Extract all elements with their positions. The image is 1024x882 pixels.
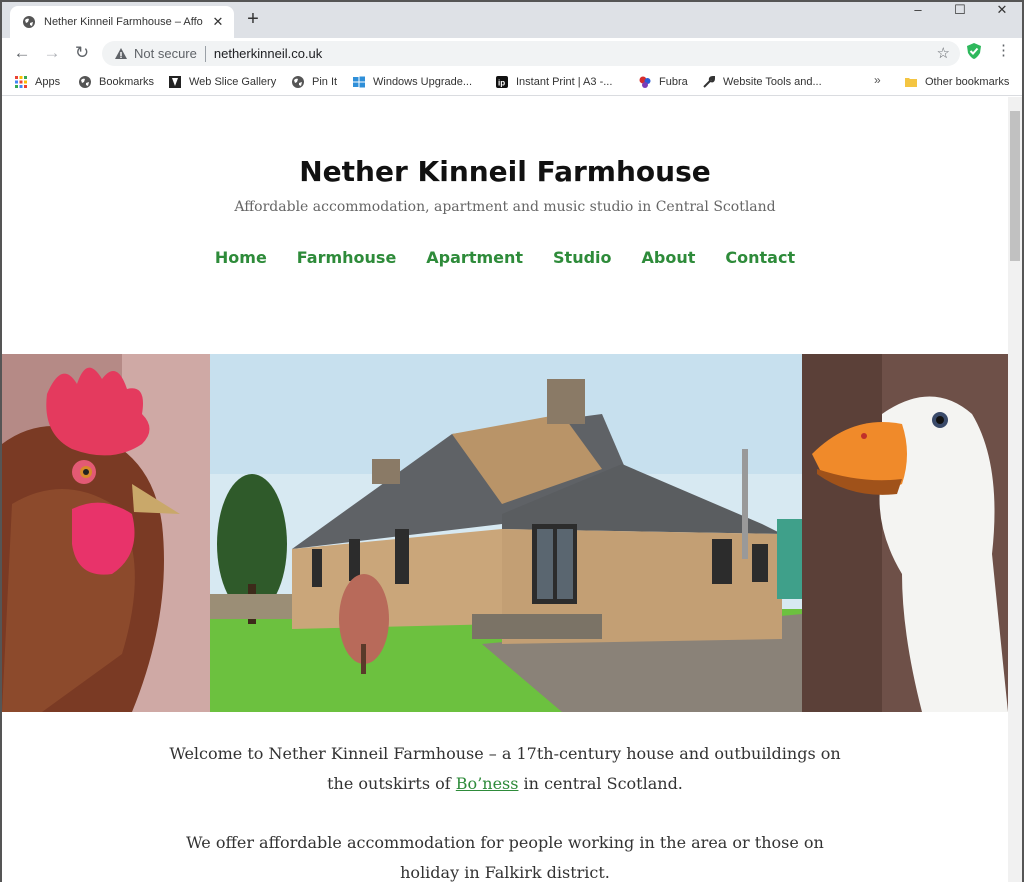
scrollbar-thumb[interactable] (1010, 111, 1020, 261)
vertical-scrollbar[interactable] (1008, 97, 1022, 882)
intro-line: We offer affordable accommodation for pe… (186, 833, 824, 852)
main-nav: Home Farmhouse Apartment Studio About Co… (2, 248, 1008, 267)
intro-text: the outskirts of (327, 774, 456, 793)
folder-icon (905, 78, 917, 87)
windows-logo-icon (353, 76, 365, 88)
bookmark-star-icon[interactable]: ☆ (937, 44, 950, 62)
intro-line: the outskirts of Bo’ness in central Scot… (2, 769, 1008, 799)
bookmark-label: Bookmarks (99, 76, 155, 88)
fubra-logo-icon (639, 76, 651, 88)
page-viewport: Nether Kinneil Farmhouse Affordable acco… (2, 97, 1022, 882)
nav-home[interactable]: Home (215, 248, 267, 267)
ip-logo-icon: ip (496, 76, 508, 88)
bookmark-label: Website Tools and... (723, 76, 822, 88)
bookmark-fubra[interactable]: Fubra (638, 73, 688, 91)
wrench-icon (703, 75, 716, 88)
web-slice-icon (169, 76, 181, 88)
apps-grid-icon (15, 76, 27, 88)
tab-strip: Nether Kinneil Farmhouse – Affo ✕ + – ☐ … (2, 2, 1022, 38)
hero-banner (2, 354, 1008, 712)
svg-text:ip: ip (498, 79, 505, 88)
menu-kebab-icon[interactable]: ⋮ (996, 42, 1011, 60)
back-arrow-icon[interactable]: ← (10, 41, 34, 65)
bookmark-label: Fubra (659, 76, 688, 88)
site-tagline: Affordable accommodation, apartment and … (234, 199, 776, 215)
forward-arrow-icon[interactable]: → (40, 41, 64, 65)
globe-icon (23, 16, 35, 28)
bookmark-instant-print[interactable]: ip Instant Print | A3 -... (495, 73, 612, 91)
boness-link[interactable]: Bo’ness (456, 774, 519, 793)
address-bar[interactable]: Not secure netherkinneil.co.uk ☆ (102, 41, 960, 66)
omnibox-divider (204, 45, 206, 62)
reload-icon[interactable]: ↻ (70, 41, 94, 65)
bookmark-label: Instant Print | A3 -... (516, 76, 613, 88)
bookmark-label: Pin It (312, 76, 338, 88)
intro-paragraph-1: Welcome to Nether Kinneil Farmhouse – a … (2, 739, 1008, 799)
globe-icon (292, 76, 304, 88)
goose-photo (802, 354, 1008, 712)
intro-paragraph-2: We offer affordable accommodation for pe… (2, 828, 1008, 882)
nav-farmhouse[interactable]: Farmhouse (297, 248, 397, 267)
browser-toolbar: ← → ↻ Not secure netherkinneil.co.uk ☆ ⋮ (2, 38, 1022, 68)
security-label: Not secure (134, 46, 197, 61)
shield-check-icon[interactable] (965, 42, 983, 60)
bookmarks-bar: Apps Bookmarks Web Slice Gallery Pin It … (2, 68, 1022, 96)
browser-tab[interactable]: Nether Kinneil Farmhouse – Affo ✕ (10, 6, 234, 38)
minimize-button[interactable]: – (900, 2, 936, 20)
bookmark-apps[interactable]: Apps (14, 73, 60, 91)
bookmark-label: Web Slice Gallery (189, 76, 277, 88)
url-text[interactable]: netherkinneil.co.uk (214, 46, 322, 61)
intro-line: Welcome to Nether Kinneil Farmhouse – a … (169, 744, 841, 763)
tab-close-icon[interactable]: ✕ (210, 14, 226, 30)
farmhouse-photo (210, 354, 802, 712)
bookmark-label: Windows Upgrade... (373, 76, 473, 88)
bookmarks-overflow-button[interactable]: » (874, 73, 881, 87)
bookmark-label: Apps (35, 76, 61, 88)
bookmark-website-tools[interactable]: Website Tools and... (702, 73, 822, 91)
nav-contact[interactable]: Contact (725, 248, 795, 267)
intro-text: in central Scotland. (518, 774, 683, 793)
bookmark-web-slice-gallery[interactable]: Web Slice Gallery (168, 73, 276, 91)
intro-line: holiday in Falkirk district. (400, 863, 610, 882)
nav-apartment[interactable]: Apartment (426, 248, 523, 267)
site-title[interactable]: Nether Kinneil Farmhouse (2, 155, 1008, 188)
nav-studio[interactable]: Studio (553, 248, 612, 267)
tab-title: Nether Kinneil Farmhouse – Affo (44, 16, 203, 28)
bookmark-label: Other bookmarks (925, 76, 1010, 88)
close-window-button[interactable]: ✕ (984, 2, 1020, 20)
bookmark-bookmarks[interactable]: Bookmarks (78, 73, 154, 91)
bookmark-other-bookmarks[interactable]: Other bookmarks (904, 73, 1009, 91)
maximize-button[interactable]: ☐ (942, 2, 978, 20)
bookmark-pin-it[interactable]: Pin It (291, 73, 337, 91)
globe-icon (79, 76, 91, 88)
bookmark-windows-upgrade[interactable]: Windows Upgrade... (352, 73, 472, 91)
warning-icon (115, 47, 127, 59)
nav-about[interactable]: About (642, 248, 696, 267)
new-tab-button[interactable]: + (242, 8, 264, 30)
hen-photo (2, 354, 210, 712)
